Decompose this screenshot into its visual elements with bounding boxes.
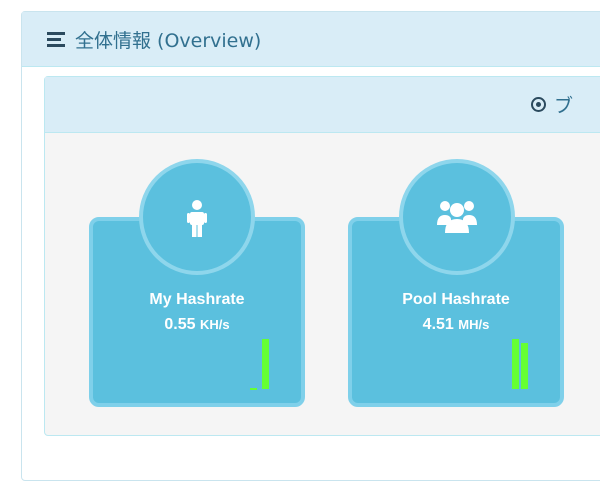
pool-hashrate-icon-circle [399,159,515,275]
pool-stats-panel: ブ My Hashrate 0.55 KH/s Pool Hashrate 4.… [44,76,600,436]
my-hashrate-value: 0.55 KH/s [93,316,301,334]
my-hashrate-unit: KH/s [199,317,230,332]
user-icon [187,200,207,237]
overview-panel-header: 全体情報 (Overview) [22,12,600,67]
pool-hashrate-number: 4.51 [422,316,454,333]
pool-hashrate-unit: MH/s [458,317,490,332]
pool-stats-panel-title: ブ [554,95,574,117]
pool-stats-panel-header: ブ [45,77,600,133]
sparkline-bar [262,339,269,389]
sparkline-bar [521,343,528,389]
my-hashrate-number: 0.55 [164,316,196,333]
pool-hashrate-value: 4.51 MH/s [352,316,560,334]
dot-circle-icon [531,97,546,112]
my-hashrate-icon-circle [139,159,255,275]
overview-panel-title: 全体情報 (Overview) [75,29,262,52]
pool-hashrate-label: Pool Hashrate [402,291,510,308]
sparkline-bar [250,388,257,390]
list-icon [47,31,65,47]
my-hashrate-label: My Hashrate [149,291,245,308]
users-icon [437,201,477,233]
sparkline-bar [512,339,519,389]
